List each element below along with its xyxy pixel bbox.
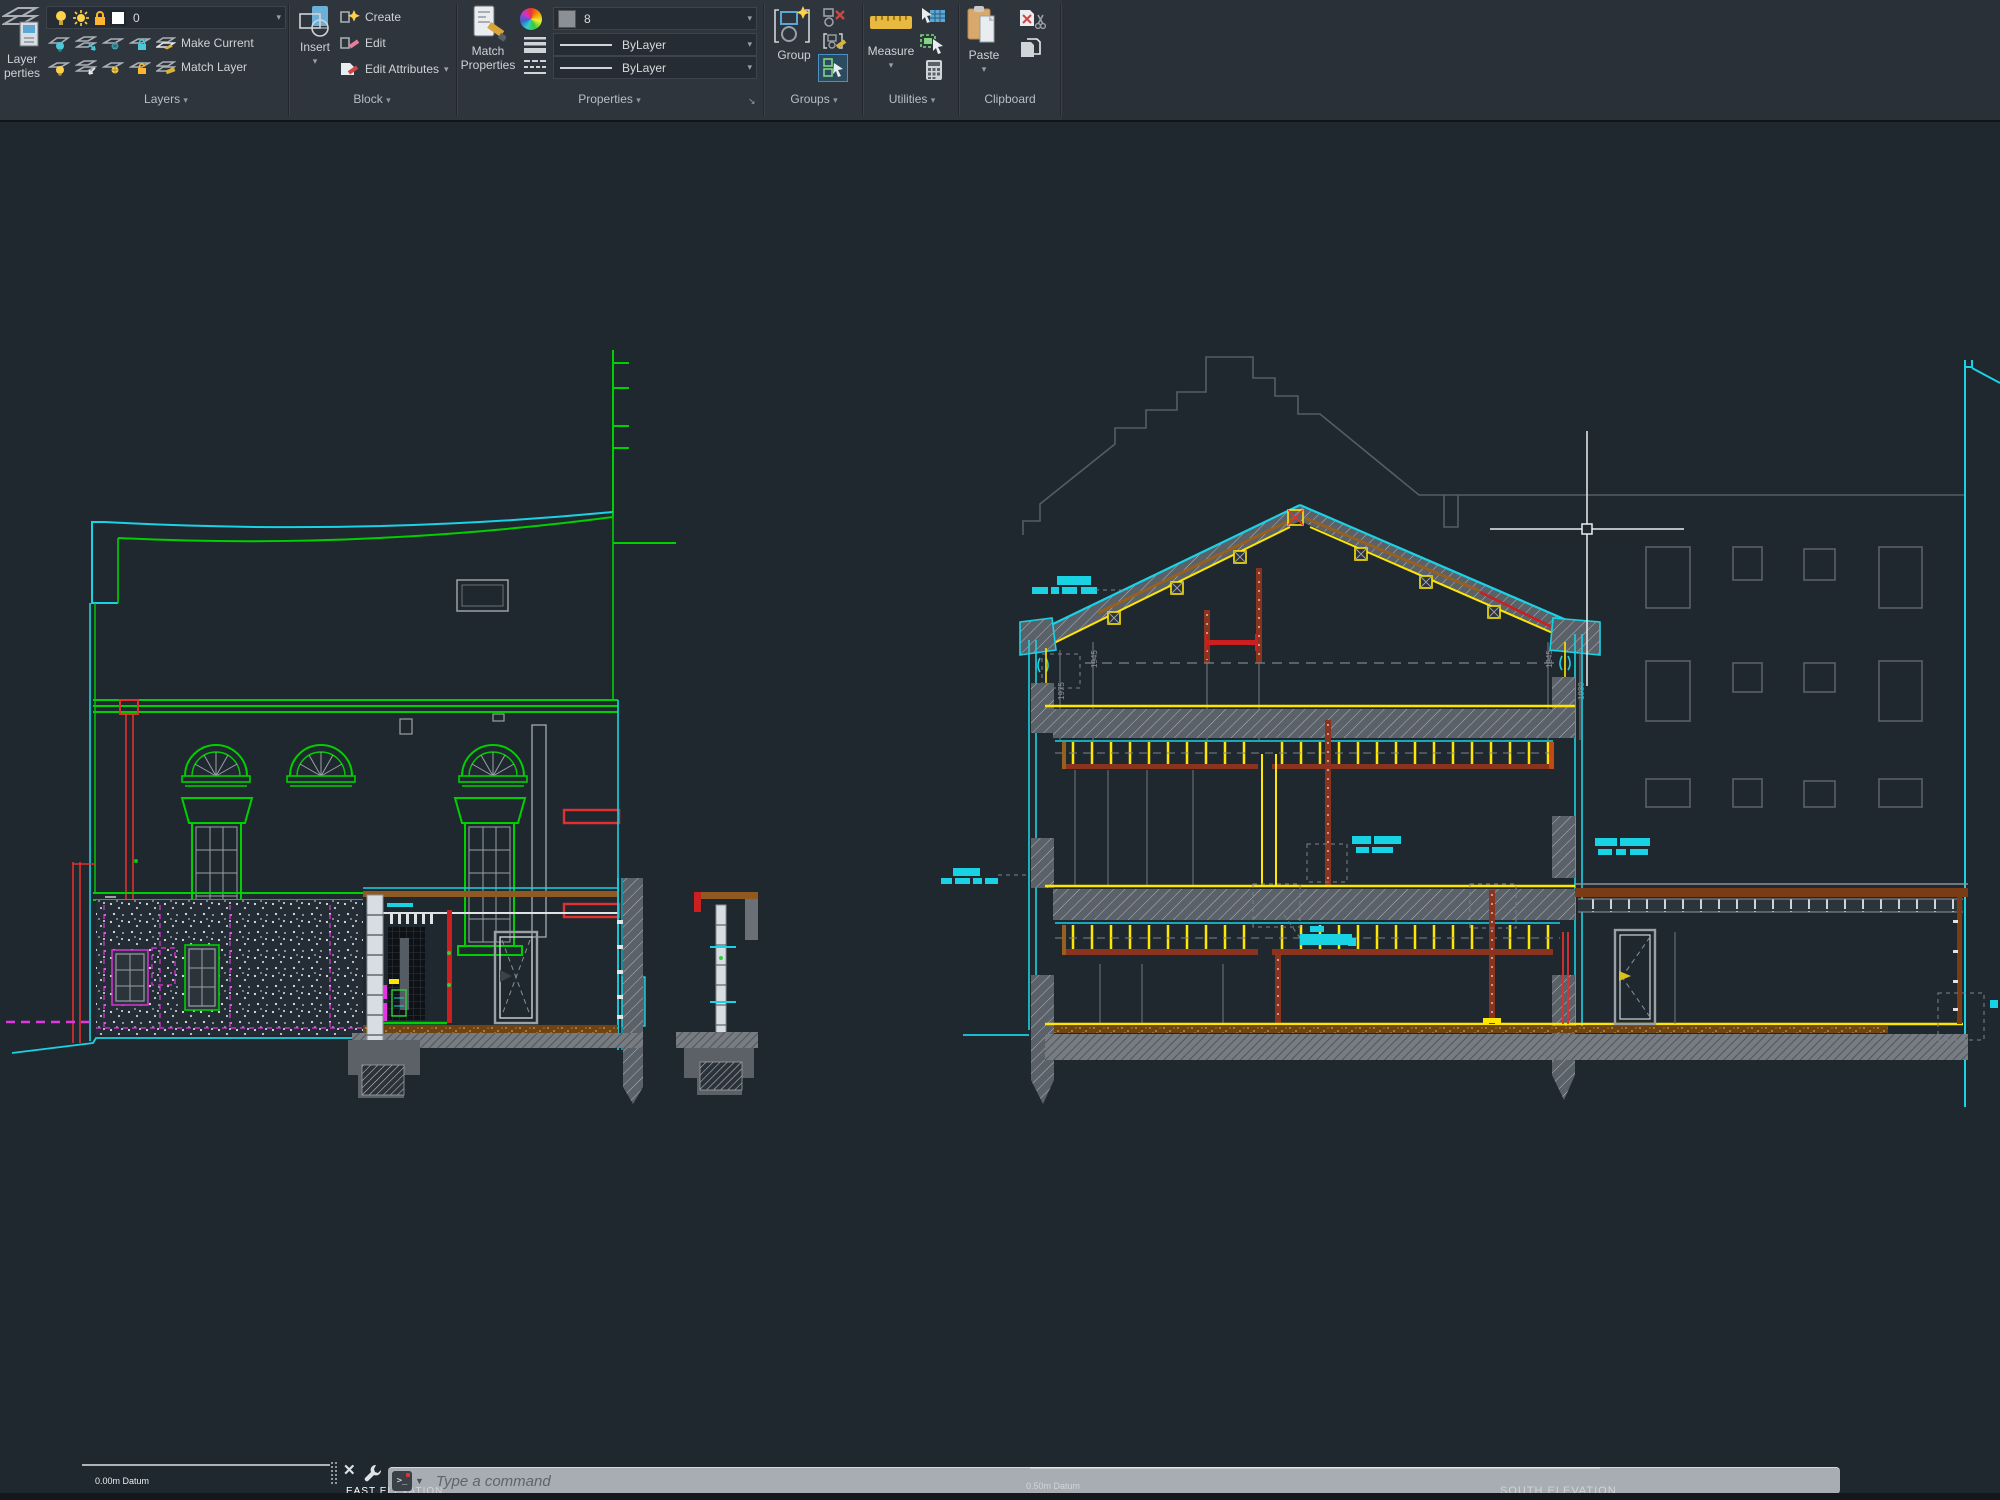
lock-icon — [91, 9, 109, 27]
object-color-select[interactable]: 8 ▾ — [553, 7, 757, 30]
status-bar — [0, 1493, 2000, 1500]
lineweight-sample — [560, 44, 612, 46]
layer-isolate-icon[interactable] — [75, 34, 97, 52]
match-properties-icon — [470, 4, 506, 44]
datum-label-left: 0.00m Datum — [95, 1476, 149, 1486]
color-wheel-icon — [520, 8, 542, 30]
layer-lock-icon[interactable] — [129, 34, 151, 52]
layer-on-icon[interactable] — [48, 58, 70, 76]
layer-unisolate-icon[interactable] — [75, 58, 97, 76]
insert-button[interactable]: Insert ▾ — [292, 4, 338, 68]
edit-block-button[interactable]: Edit — [338, 34, 386, 52]
group-edit-icon[interactable] — [822, 30, 848, 52]
layer-properties-icon — [2, 4, 42, 52]
layer-thaw-icon[interactable] — [102, 58, 124, 76]
command-palette-close-icon[interactable]: ✕ — [343, 1461, 356, 1479]
dim-label: 1975 — [1057, 682, 1066, 700]
command-line-bar[interactable]: >_ ▼ Type a command — [388, 1467, 1840, 1494]
block-panel-label[interactable]: Block ▾ — [292, 92, 452, 112]
linetype-sample — [560, 67, 612, 69]
ungroup-icon[interactable] — [822, 6, 848, 28]
sun-icon — [71, 9, 91, 27]
group-icon — [773, 4, 815, 48]
match-layer-icon — [156, 58, 176, 76]
create-block-button[interactable]: Create — [338, 8, 401, 26]
drawing-canvas[interactable]: 1975 1945 1945 1930 — [0, 0, 2000, 1500]
linetype-select[interactable]: ByLayer ▾ — [553, 56, 757, 79]
lineweight-value: ByLayer — [622, 38, 666, 52]
clipboard-panel-label: Clipboard — [960, 92, 1060, 112]
command-input[interactable]: Type a command — [436, 1473, 551, 1490]
command-prompt-icon[interactable]: >_ — [392, 1471, 412, 1491]
ribbon: Layer perties 0 ▾ Make Current Match La — [0, 0, 2000, 122]
groups-panel-label[interactable]: Groups ▾ — [766, 92, 862, 112]
create-block-icon — [338, 8, 360, 26]
layer-properties-label-1: Layer — [7, 52, 37, 66]
copy-clip-icon[interactable] — [1018, 36, 1046, 64]
layer-tools-row-1: Make Current — [48, 34, 254, 52]
dim-label: 1945 — [1545, 650, 1554, 668]
layers-panel-label[interactable]: Layers ▾ — [46, 92, 286, 112]
group-selection-toggle[interactable] — [818, 54, 848, 82]
linetype-icon — [522, 57, 548, 77]
group-button[interactable]: Group — [770, 4, 818, 62]
autocad-window: 1975 1945 1945 1930 — [0, 0, 2000, 1500]
measure-icon — [868, 4, 914, 44]
edit-block-icon — [338, 34, 360, 52]
make-current-button[interactable]: Make Current — [181, 36, 254, 50]
command-recent-dropdown-icon[interactable]: ▼ — [415, 1476, 424, 1486]
cut-icon[interactable] — [1016, 8, 1046, 32]
dim-label: 1945 — [1090, 650, 1099, 668]
properties-panel-label[interactable]: Properties ▾ — [462, 92, 757, 112]
layer-off-icon[interactable] — [48, 34, 70, 52]
edit-attributes-button[interactable]: Edit Attributes ▾ — [338, 60, 449, 78]
ribbon-empty-area — [1062, 0, 2000, 120]
properties-dialog-launcher[interactable]: ↘ — [748, 96, 756, 107]
paste-icon — [966, 4, 1002, 48]
current-layer-name: 0 — [133, 11, 140, 25]
linetype-value: ByLayer — [622, 61, 666, 75]
layer-color-swatch — [109, 9, 127, 27]
quick-select-icon[interactable] — [920, 6, 948, 30]
edit-attributes-icon — [338, 60, 360, 78]
color-value: 8 — [584, 12, 591, 26]
make-current-icon — [156, 34, 176, 52]
layer-tools-row-2: Match Layer — [48, 58, 247, 76]
layer-properties-label-2: perties — [4, 66, 40, 80]
measure-button[interactable]: Measure ▾ — [866, 4, 916, 72]
command-palette-wrench-icon[interactable] — [362, 1462, 384, 1484]
color-swatch — [558, 10, 576, 28]
layer-select[interactable]: 0 ▾ — [46, 6, 286, 29]
match-layer-button[interactable]: Match Layer — [181, 60, 247, 74]
quick-calc-icon[interactable] — [924, 58, 944, 82]
paste-button[interactable]: Paste ▾ — [962, 4, 1006, 76]
layer-properties-button[interactable]: Layer perties — [0, 4, 44, 80]
layer-freeze-icon[interactable] — [102, 34, 124, 52]
insert-icon — [298, 4, 332, 40]
lineweight-select[interactable]: ByLayer ▾ — [553, 33, 757, 56]
layer-unlock-icon[interactable] — [129, 58, 151, 76]
select-similar-icon[interactable] — [918, 31, 946, 55]
utilities-panel-label[interactable]: Utilities ▾ — [866, 92, 958, 112]
lineweight-icon — [522, 34, 548, 54]
command-palette-drag-handle[interactable] — [330, 1461, 339, 1485]
match-properties-button[interactable]: Match Properties — [462, 4, 514, 72]
bulb-icon — [51, 9, 71, 27]
